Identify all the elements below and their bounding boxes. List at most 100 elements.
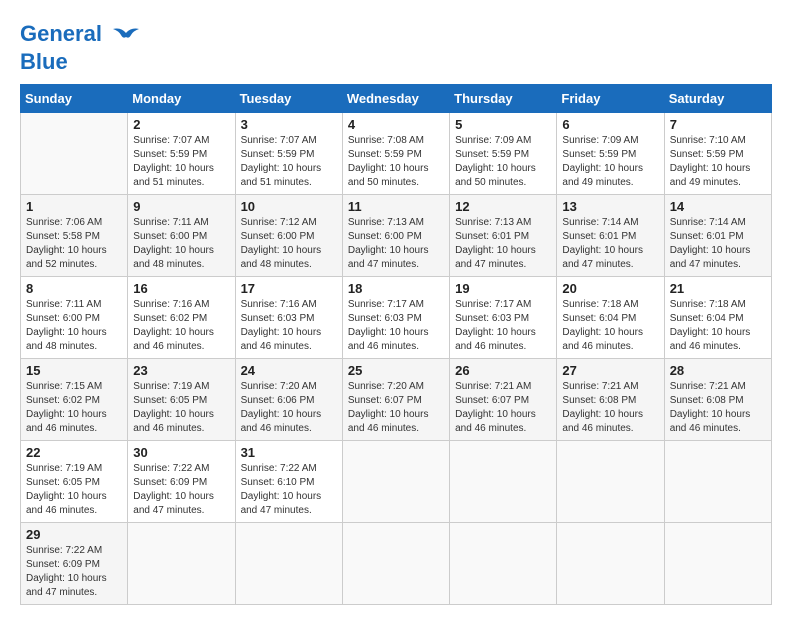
calendar-cell: 21 Sunrise: 7:18 AMSunset: 6:04 PMDayligh… <box>664 277 771 359</box>
calendar-week-1: 1Sunrise: 7:06 AMSunset: 5:58 PMDaylight… <box>21 195 772 277</box>
day-number: 21 <box>670 281 766 296</box>
calendar-cell <box>557 523 664 605</box>
day-number: 13 <box>562 199 658 214</box>
day-number: 6 <box>562 117 658 132</box>
day-info: Sunrise: 7:21 AMSunset: 6:08 PMDaylight:… <box>562 380 658 436</box>
day-number: 22 <box>26 445 122 460</box>
calendar-cell: 28Sunrise: 7:21 AMSunset: 6:08 PMDayligh… <box>664 359 771 441</box>
day-info: Sunrise: 7:19 AMSunset: 6:05 PMDaylight:… <box>26 462 122 518</box>
day-number: 19 <box>455 281 551 296</box>
page-header: General Blue <box>20 20 772 74</box>
calendar-week-2: 8Sunrise: 7:11 AMSunset: 6:00 PMDaylight… <box>21 277 772 359</box>
day-number: 14 <box>670 199 766 214</box>
calendar-cell: 8Sunrise: 7:11 AMSunset: 6:00 PMDaylight… <box>21 277 128 359</box>
calendar-week-3: 15 Sunrise: 7:15 AMSunset: 6:02 PMDayligh… <box>21 359 772 441</box>
logo: General Blue <box>20 20 141 74</box>
day-info: Sunrise: 7:20 AMSunset: 6:06 PMDaylight:… <box>241 380 337 436</box>
calendar-cell: 19 Sunrise: 7:17 AMSunset: 6:03 PMDayligh… <box>450 277 557 359</box>
day-header-sunday: Sunday <box>21 85 128 113</box>
day-info: Sunrise: 7:07 AMSunset: 5:59 PMDaylight:… <box>133 134 229 190</box>
day-number: 25 <box>348 363 444 378</box>
day-header-thursday: Thursday <box>450 85 557 113</box>
calendar-cell: 12Sunrise: 7:13 AMSunset: 6:01 PMDayligh… <box>450 195 557 277</box>
day-number: 1 <box>26 199 122 214</box>
calendar-cell: 9Sunrise: 7:11 AMSunset: 6:00 PMDaylight… <box>128 195 235 277</box>
day-number: 5 <box>455 117 551 132</box>
calendar-week-4: 22 Sunrise: 7:19 AMSunset: 6:05 PMDayligh… <box>21 441 772 523</box>
day-number: 3 <box>241 117 337 132</box>
logo-bird-icon <box>111 20 141 50</box>
day-info: Sunrise: 7:18 AMSunset: 6:04 PMDaylight:… <box>670 298 766 354</box>
calendar-cell: 23 Sunrise: 7:19 AMSunset: 6:05 PMDayligh… <box>128 359 235 441</box>
day-info: Sunrise: 7:07 AMSunset: 5:59 PMDaylight:… <box>241 134 337 190</box>
calendar-cell: 7 Sunrise: 7:10 AMSunset: 5:59 PMDaylight… <box>664 113 771 195</box>
calendar-cell: 29Sunrise: 7:22 AMSunset: 6:09 PMDayligh… <box>21 523 128 605</box>
day-number: 2 <box>133 117 229 132</box>
calendar-cell: 2 Sunrise: 7:07 AMSunset: 5:59 PMDaylight… <box>128 113 235 195</box>
day-info: Sunrise: 7:22 AMSunset: 6:09 PMDaylight:… <box>133 462 229 518</box>
calendar-cell: 16 Sunrise: 7:16 AMSunset: 6:02 PMDayligh… <box>128 277 235 359</box>
calendar-cell: 25 Sunrise: 7:20 AMSunset: 6:07 PMDayligh… <box>342 359 449 441</box>
day-number: 30 <box>133 445 229 460</box>
day-info: Sunrise: 7:14 AMSunset: 6:01 PMDaylight:… <box>670 216 766 272</box>
calendar-cell: 20 Sunrise: 7:18 AMSunset: 6:04 PMDayligh… <box>557 277 664 359</box>
day-info: Sunrise: 7:09 AMSunset: 5:59 PMDaylight:… <box>562 134 658 190</box>
day-info: Sunrise: 7:20 AMSunset: 6:07 PMDaylight:… <box>348 380 444 436</box>
day-header-monday: Monday <box>128 85 235 113</box>
day-info: Sunrise: 7:10 AMSunset: 5:59 PMDaylight:… <box>670 134 766 190</box>
day-info: Sunrise: 7:15 AMSunset: 6:02 PMDaylight:… <box>26 380 122 436</box>
calendar-cell: 3 Sunrise: 7:07 AMSunset: 5:59 PMDaylight… <box>235 113 342 195</box>
calendar-cell <box>450 441 557 523</box>
calendar-cell <box>342 441 449 523</box>
calendar-cell: 14 Sunrise: 7:14 AMSunset: 6:01 PMDayligh… <box>664 195 771 277</box>
calendar-week-5: 29Sunrise: 7:22 AMSunset: 6:09 PMDayligh… <box>21 523 772 605</box>
day-info: Sunrise: 7:19 AMSunset: 6:05 PMDaylight:… <box>133 380 229 436</box>
calendar-cell <box>342 523 449 605</box>
calendar-week-0: 2 Sunrise: 7:07 AMSunset: 5:59 PMDaylight… <box>21 113 772 195</box>
day-number: 7 <box>670 117 766 132</box>
calendar-cell: 18 Sunrise: 7:17 AMSunset: 6:03 PMDayligh… <box>342 277 449 359</box>
calendar-cell: 27 Sunrise: 7:21 AMSunset: 6:08 PMDayligh… <box>557 359 664 441</box>
day-info: Sunrise: 7:18 AMSunset: 6:04 PMDaylight:… <box>562 298 658 354</box>
day-info: Sunrise: 7:16 AMSunset: 6:03 PMDaylight:… <box>241 298 337 354</box>
day-info: Sunrise: 7:16 AMSunset: 6:02 PMDaylight:… <box>133 298 229 354</box>
calendar-cell: 31 Sunrise: 7:22 AMSunset: 6:10 PMDayligh… <box>235 441 342 523</box>
calendar-cell <box>557 441 664 523</box>
day-info: Sunrise: 7:22 AMSunset: 6:10 PMDaylight:… <box>241 462 337 518</box>
day-number: 18 <box>348 281 444 296</box>
day-info: Sunrise: 7:12 AMSunset: 6:00 PMDaylight:… <box>241 216 337 272</box>
calendar-cell <box>128 523 235 605</box>
calendar-cell <box>450 523 557 605</box>
calendar-cell: 24Sunrise: 7:20 AMSunset: 6:06 PMDayligh… <box>235 359 342 441</box>
day-number: 16 <box>133 281 229 296</box>
day-info: Sunrise: 7:17 AMSunset: 6:03 PMDaylight:… <box>348 298 444 354</box>
calendar-cell <box>664 523 771 605</box>
calendar-cell: 1Sunrise: 7:06 AMSunset: 5:58 PMDaylight… <box>21 195 128 277</box>
day-info: Sunrise: 7:08 AMSunset: 5:59 PMDaylight:… <box>348 134 444 190</box>
day-number: 9 <box>133 199 229 214</box>
calendar-cell <box>664 441 771 523</box>
day-number: 27 <box>562 363 658 378</box>
day-number: 10 <box>241 199 337 214</box>
day-number: 11 <box>348 199 444 214</box>
day-number: 20 <box>562 281 658 296</box>
calendar-cell: 17Sunrise: 7:16 AMSunset: 6:03 PMDayligh… <box>235 277 342 359</box>
day-number: 26 <box>455 363 551 378</box>
calendar-cell <box>235 523 342 605</box>
day-info: Sunrise: 7:09 AMSunset: 5:59 PMDaylight:… <box>455 134 551 190</box>
day-header-friday: Friday <box>557 85 664 113</box>
day-info: Sunrise: 7:22 AMSunset: 6:09 PMDaylight:… <box>26 544 122 600</box>
day-info: Sunrise: 7:11 AMSunset: 6:00 PMDaylight:… <box>26 298 122 354</box>
day-number: 28 <box>670 363 766 378</box>
day-header-saturday: Saturday <box>664 85 771 113</box>
day-info: Sunrise: 7:17 AMSunset: 6:03 PMDaylight:… <box>455 298 551 354</box>
day-header-tuesday: Tuesday <box>235 85 342 113</box>
day-number: 23 <box>133 363 229 378</box>
calendar-cell: 4Sunrise: 7:08 AMSunset: 5:59 PMDaylight… <box>342 113 449 195</box>
day-info: Sunrise: 7:14 AMSunset: 6:01 PMDaylight:… <box>562 216 658 272</box>
day-number: 15 <box>26 363 122 378</box>
day-info: Sunrise: 7:13 AMSunset: 6:00 PMDaylight:… <box>348 216 444 272</box>
calendar-cell: 13 Sunrise: 7:14 AMSunset: 6:01 PMDayligh… <box>557 195 664 277</box>
day-info: Sunrise: 7:21 AMSunset: 6:07 PMDaylight:… <box>455 380 551 436</box>
day-number: 31 <box>241 445 337 460</box>
